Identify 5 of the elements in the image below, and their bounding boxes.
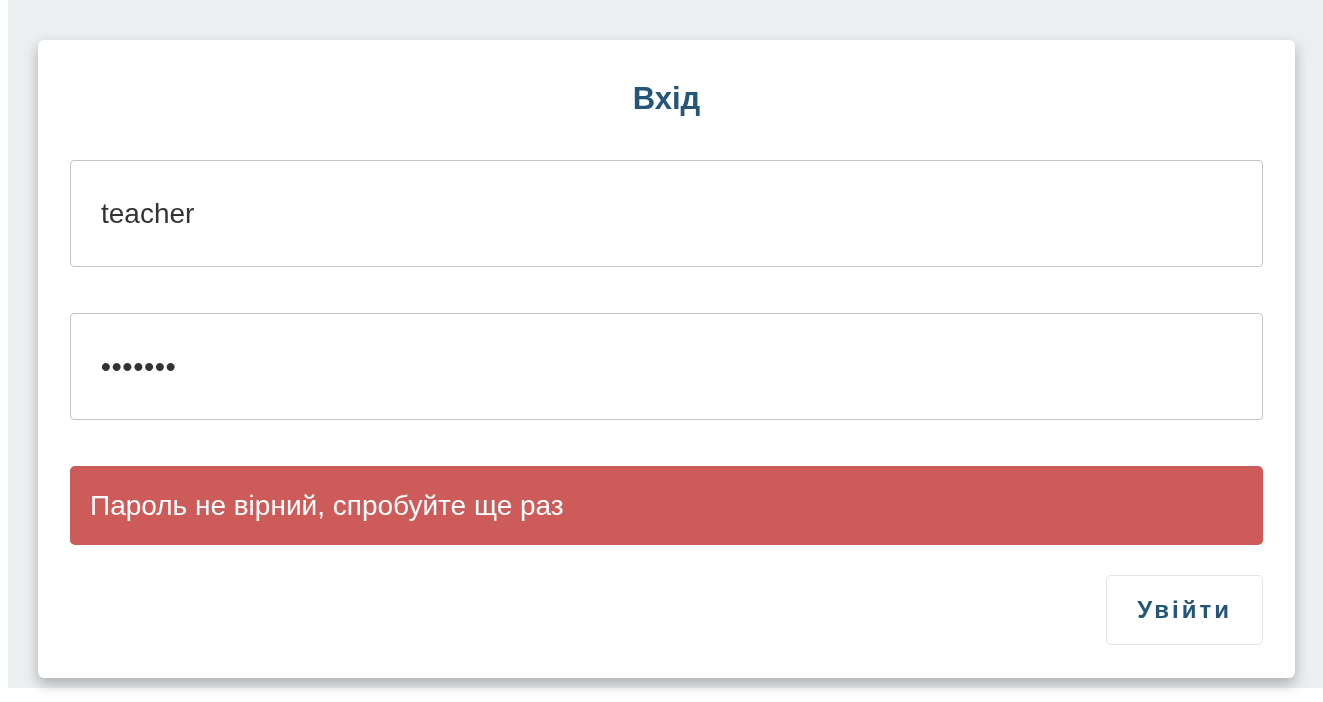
username-field[interactable]: teacher: [70, 160, 1263, 268]
form-title: Вхід: [631, 80, 702, 118]
error-alert: Пароль не вірний, спробуйте ще раз: [70, 466, 1263, 546]
login-button[interactable]: Увійти: [1106, 575, 1263, 646]
password-field[interactable]: •••••••: [70, 313, 1263, 421]
